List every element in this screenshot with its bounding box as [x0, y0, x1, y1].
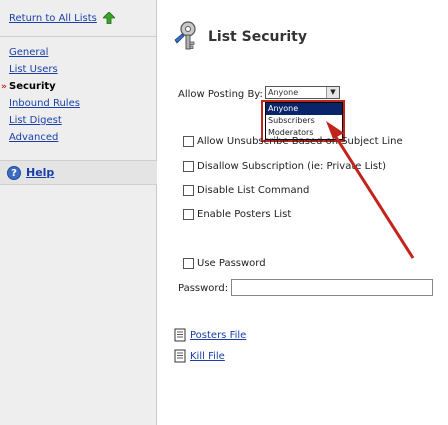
help-link[interactable]: Help [26, 166, 54, 179]
kill-file-label[interactable]: Kill File [190, 351, 225, 362]
enable-posters-list-checkbox[interactable] [183, 209, 194, 220]
sidebar-item-list-users[interactable]: List Users [9, 64, 58, 76]
enable-posters-list-label: Enable Posters List [197, 209, 292, 220]
nav-divider [0, 36, 157, 37]
document-icon [174, 328, 186, 342]
checkbox-row-allow-unsubscribe[interactable]: Allow Unsubscribe Based on Subject Line [183, 136, 403, 147]
sidebar-item-general[interactable]: General [9, 47, 48, 59]
page-header: List Security [172, 20, 307, 54]
security-key-icon [174, 21, 196, 50]
sidebar-item-advanced[interactable]: Advanced [9, 132, 58, 144]
return-label[interactable]: Return to All Lists [9, 13, 97, 24]
active-marker-icon: » [1, 82, 7, 92]
posters-file-link[interactable]: Posters File [174, 328, 246, 342]
sidebar-item-inbound-rules[interactable]: Inbound Rules [9, 98, 80, 110]
disable-list-command-checkbox[interactable] [183, 185, 194, 196]
checkbox-row-disallow-subscription[interactable]: Disallow Subscription (ie: Private List) [183, 161, 386, 172]
help-bar: ? Help [0, 160, 157, 185]
disallow-subscription-checkbox[interactable] [183, 161, 194, 172]
sidebar-item-security[interactable]: Security [9, 81, 56, 93]
disallow-subscription-label: Disallow Subscription (ie: Private List) [197, 161, 386, 172]
password-input[interactable] [231, 279, 433, 296]
checkbox-row-disable-list-command[interactable]: Disable List Command [183, 185, 309, 196]
allow-unsubscribe-label: Allow Unsubscribe Based on Subject Line [197, 136, 403, 147]
password-label: Password: [178, 283, 229, 294]
main-content: List Security Allow Posting By: Anyone ▼… [158, 0, 448, 425]
use-password-checkbox[interactable] [183, 258, 194, 269]
disable-list-command-label: Disable List Command [197, 185, 310, 196]
sidebar: Return to All Lists General List Users »… [0, 0, 157, 425]
checkbox-row-enable-posters-list[interactable]: Enable Posters List [183, 209, 291, 220]
allow-posting-select[interactable]: Anyone ▼ [265, 86, 340, 99]
checkbox-row-use-password[interactable]: Use Password [183, 258, 266, 269]
help-icon[interactable]: ? [7, 165, 21, 180]
allow-unsubscribe-checkbox[interactable] [183, 136, 194, 147]
return-to-all-lists-link[interactable]: Return to All Lists [9, 12, 115, 24]
kill-file-link[interactable]: Kill File [174, 349, 225, 363]
posters-file-label[interactable]: Posters File [190, 330, 246, 341]
allow-posting-value: Anyone [268, 88, 299, 97]
page-title: List Security [208, 29, 307, 45]
document-icon [174, 349, 186, 363]
up-arrow-icon [102, 12, 115, 24]
use-password-label: Use Password [197, 258, 266, 269]
chevron-down-icon[interactable]: ▼ [326, 87, 339, 98]
sidebar-item-list-digest[interactable]: List Digest [9, 115, 62, 127]
allow-posting-label: Allow Posting By: [178, 89, 263, 100]
